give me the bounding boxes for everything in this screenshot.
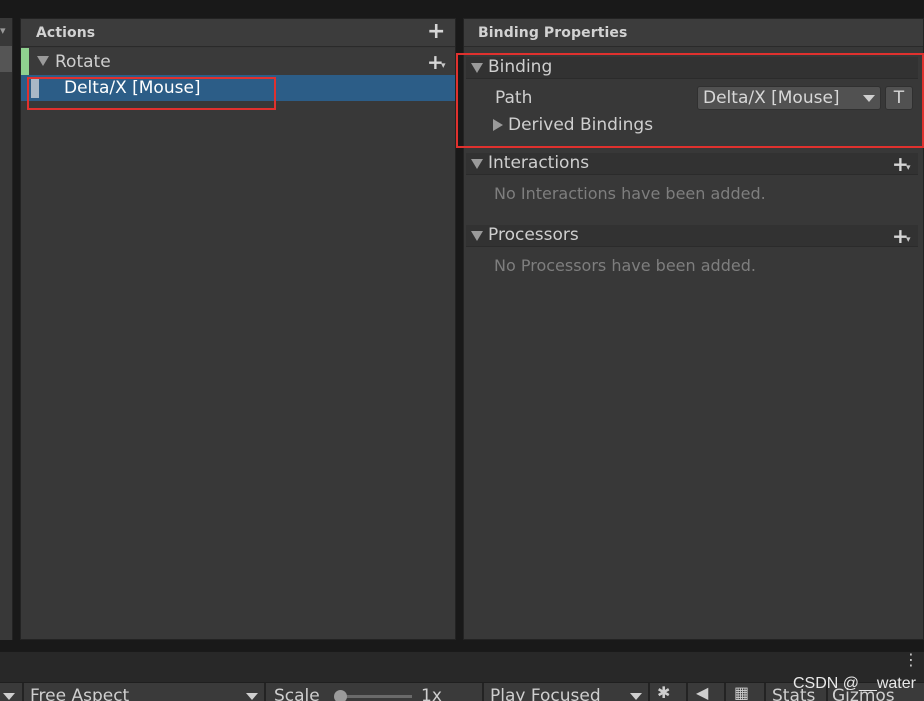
scale-slider-track[interactable] <box>336 695 412 698</box>
action-name: Rotate <box>55 52 111 72</box>
toolbar-separator <box>482 683 484 701</box>
more-options-icon[interactable]: ⋮ <box>903 652 919 668</box>
interactions-title: Interactions <box>488 153 590 173</box>
toolbar-separator <box>264 683 266 701</box>
toolbar-separator <box>648 683 650 701</box>
aspect-dropdown[interactable]: Free Aspect <box>30 686 129 701</box>
processors-foldout-header[interactable]: Processors + ▾ <box>466 225 918 247</box>
play-mode-dropdown[interactable]: Play Focused <box>490 686 601 701</box>
scale-value: 1x <box>421 686 442 701</box>
properties-header: Binding Properties <box>464 19 923 47</box>
highlight-box-binding-row <box>27 77 276 110</box>
actions-title: Actions <box>36 25 96 41</box>
add-processor-dropdown-icon[interactable]: ▾ <box>906 235 911 245</box>
processors-fold-icon[interactable] <box>471 231 483 241</box>
left-selection-marker <box>0 46 12 72</box>
action-row-rotate[interactable]: Rotate + ▾ <box>21 48 455 75</box>
add-interaction-dropdown-icon[interactable]: ▾ <box>906 163 911 173</box>
left-panel-edge: ▾ <box>0 18 13 640</box>
processors-title: Processors <box>488 225 579 245</box>
interactions-fold-icon[interactable] <box>471 159 483 169</box>
action-accent-bar <box>21 48 29 75</box>
game-view-toolbar: Free Aspect Scale 1x Play Focused ✱ ◀ ▦ … <box>0 682 924 701</box>
watermark-text: CSDN @__water <box>793 675 916 692</box>
rotate-expand-icon[interactable] <box>37 56 49 66</box>
play-mode-chevron-icon[interactable] <box>630 693 642 700</box>
bug-icon[interactable]: ✱ <box>657 683 670 701</box>
toolbar-separator <box>686 683 688 701</box>
highlight-box-binding-section <box>456 53 924 148</box>
actions-header: Actions + <box>21 19 455 47</box>
audio-mute-icon[interactable]: ◀ <box>696 683 708 701</box>
scale-label: Scale <box>274 686 320 701</box>
scale-slider-thumb[interactable] <box>334 690 347 701</box>
toolbar-separator <box>724 683 726 701</box>
aspect-chevron-icon[interactable] <box>246 693 258 700</box>
add-action-plus-icon[interactable]: + <box>427 21 445 43</box>
collapse-arrow-icon[interactable]: ▾ <box>0 24 6 37</box>
toolbar-separator <box>764 683 766 701</box>
actions-panel: Actions + Rotate + ▾ Delta/X [Mouse] <box>20 18 456 640</box>
toolbar-separator <box>22 683 24 701</box>
interactions-foldout-header[interactable]: Interactions + ▾ <box>466 153 918 175</box>
processors-empty-text: No Processors have been added. <box>494 256 756 275</box>
display-dropdown-icon[interactable] <box>3 693 15 700</box>
interactions-empty-text: No Interactions have been added. <box>494 184 766 203</box>
properties-title: Binding Properties <box>478 25 628 41</box>
add-binding-dropdown-icon[interactable]: ▾ <box>441 61 446 71</box>
keyboard-icon[interactable]: ▦ <box>734 683 749 701</box>
